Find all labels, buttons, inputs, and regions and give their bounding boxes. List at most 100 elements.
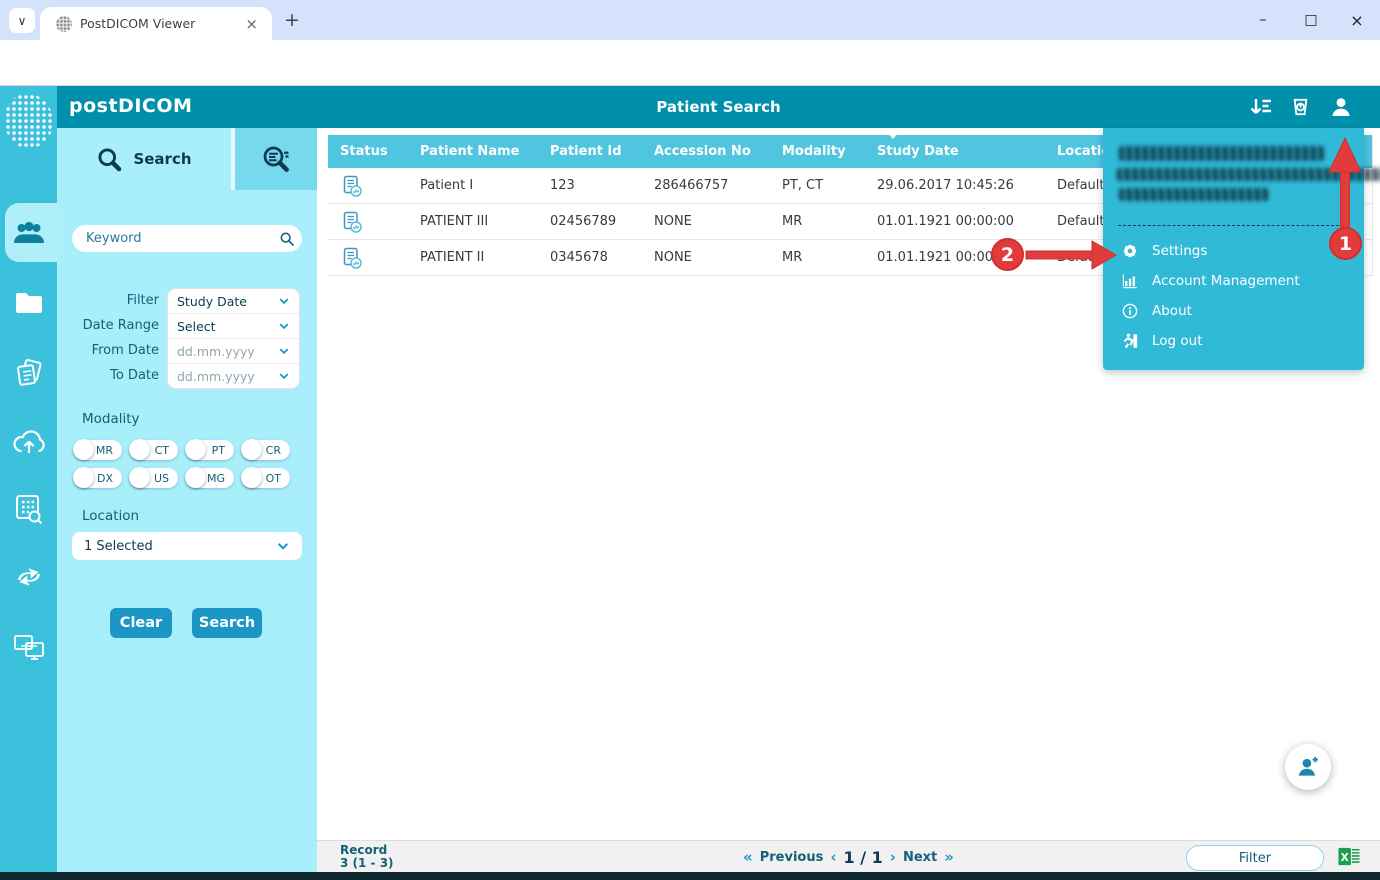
clear-button[interactable]: Clear	[110, 608, 172, 638]
chevron-down-icon: ∨	[17, 13, 27, 28]
filter-select-group: Study Date Select dd.mm.yyyy dd.mm.yyyy	[167, 288, 300, 389]
menu-item-account-management[interactable]: Account Management	[1121, 268, 1346, 294]
tab-search-button[interactable]: ∨	[9, 8, 35, 33]
page-indicator: 1 / 1	[843, 847, 883, 867]
cell-patient-name: PATIENT II	[420, 250, 485, 265]
toggle-knob	[241, 439, 262, 460]
keyword-input[interactable]	[72, 225, 302, 252]
tab-close-icon[interactable]: ×	[241, 15, 262, 33]
col-accession-no[interactable]: Accession No	[642, 144, 770, 159]
rail-item-transfer[interactable]	[0, 618, 57, 676]
next-page-icon[interactable]: ›	[890, 848, 896, 866]
study-status-icon	[343, 247, 362, 269]
col-status[interactable]: Status	[328, 144, 408, 159]
cell-patient-name: Patient I	[420, 178, 474, 193]
menu-item-label: Account Management	[1152, 273, 1300, 289]
menu-item-about[interactable]: About	[1121, 298, 1346, 324]
modality-option-label: MG	[206, 471, 225, 485]
modality-toggle-us[interactable]: US	[129, 467, 178, 488]
study-status-icon	[343, 211, 362, 233]
to-date-select[interactable]: dd.mm.yyyy	[168, 363, 299, 388]
col-modality[interactable]: Modality	[770, 144, 865, 159]
sort-list-icon[interactable]	[1249, 95, 1273, 119]
location-value: 1 Selected	[84, 538, 153, 554]
postdicom-logo-mark	[5, 94, 53, 148]
from-date-select[interactable]: dd.mm.yyyy	[168, 338, 299, 363]
menu-item-label: Settings	[1152, 243, 1208, 259]
last-page-icon[interactable]: »	[944, 848, 954, 866]
tab-search-label: Search	[133, 150, 192, 168]
cell-patient-id: 0345678	[550, 250, 608, 265]
cell-accession-no: NONE	[654, 250, 692, 265]
col-study-date[interactable]: Study Date	[865, 132, 1045, 159]
modality-toggle-mg[interactable]: MG	[185, 467, 234, 488]
new-tab-button[interactable]: +	[284, 9, 300, 31]
first-page-icon[interactable]: «	[743, 848, 753, 866]
modality-label: Modality	[82, 411, 140, 427]
add-patient-fab[interactable]	[1285, 744, 1331, 790]
window-maximize-button[interactable]: □	[1288, 0, 1334, 40]
menu-item-logout[interactable]: Log out	[1121, 328, 1346, 354]
redacted-line	[1117, 168, 1380, 181]
chevron-down-icon	[279, 373, 289, 380]
info-icon	[1122, 303, 1138, 319]
modality-toggle-cr[interactable]: CR	[241, 439, 290, 460]
toggle-knob	[73, 439, 94, 460]
trash-icon[interactable]	[1289, 95, 1313, 119]
previous-button[interactable]: Previous	[760, 850, 824, 865]
document-stack-icon	[16, 358, 42, 386]
bar-chart-icon	[1122, 274, 1137, 289]
modality-toggle-ot[interactable]: OT	[241, 467, 290, 488]
app-header: postDICOM Patient Search	[57, 86, 1380, 128]
sort-desc-icon	[887, 132, 899, 139]
to-date-value: dd.mm.yyyy	[177, 368, 255, 384]
modality-toggle-dx[interactable]: DX	[73, 467, 122, 488]
chevron-down-icon	[279, 348, 289, 355]
status-cell	[328, 246, 408, 270]
menu-item-settings[interactable]: Settings	[1121, 238, 1346, 264]
rail-item-share[interactable]	[0, 548, 57, 606]
modality-toggle-ct[interactable]: CT	[129, 439, 178, 460]
redacted-line	[1119, 188, 1269, 201]
cell-accession-no: NONE	[654, 214, 692, 229]
toggle-knob	[129, 467, 150, 488]
study-status-icon	[343, 175, 362, 197]
filter-label: Filter	[126, 293, 159, 308]
rail-item-worklist[interactable]	[0, 480, 57, 538]
keyword-search-icon[interactable]	[279, 231, 295, 247]
rail-item-patient-search[interactable]	[0, 204, 57, 262]
user-account-icon[interactable]	[1329, 95, 1353, 119]
rail-item-folders[interactable]	[0, 274, 57, 332]
svg-text:X: X	[1341, 852, 1349, 864]
cell-modality: MR	[782, 214, 803, 229]
browser-tab[interactable]: PostDICOM Viewer ×	[40, 7, 272, 40]
window-minimize-button[interactable]: –	[1240, 0, 1286, 40]
tab-search[interactable]: Search	[57, 128, 231, 190]
modality-option-label: CT	[154, 443, 169, 457]
date-range-select[interactable]: Select	[168, 313, 299, 338]
prev-page-icon[interactable]: ‹	[830, 848, 836, 866]
search-button[interactable]: Search	[192, 608, 262, 638]
col-patient-id[interactable]: Patient Id	[538, 144, 642, 159]
excel-export-icon: X	[1338, 847, 1360, 866]
tab-advanced-search[interactable]	[235, 128, 317, 190]
rail-item-upload[interactable]	[0, 412, 57, 470]
toggle-knob	[129, 439, 150, 460]
col-patient-name[interactable]: Patient Name	[408, 144, 538, 159]
rail-item-studies[interactable]	[0, 344, 57, 402]
export-excel-button[interactable]: X	[1337, 845, 1361, 868]
location-label: Location	[82, 508, 140, 524]
modality-toggle-mr[interactable]: MR	[73, 439, 122, 460]
filter-select[interactable]: Study Date	[168, 289, 299, 313]
modality-option-label: US	[153, 471, 169, 485]
window-close-button[interactable]: ×	[1334, 0, 1380, 40]
cell-patient-id: 02456789	[550, 214, 617, 229]
toggle-knob	[185, 467, 206, 488]
modality-toggle-pt[interactable]: PT	[185, 439, 234, 460]
modality-option-label: OT	[265, 471, 281, 485]
filter-button[interactable]: Filter	[1186, 845, 1324, 871]
location-select[interactable]: 1 Selected	[72, 532, 302, 560]
menu-item-label: About	[1152, 303, 1192, 319]
next-button[interactable]: Next	[903, 850, 937, 865]
user-dropdown-menu: Settings Account Management About Log ou…	[1103, 128, 1380, 370]
